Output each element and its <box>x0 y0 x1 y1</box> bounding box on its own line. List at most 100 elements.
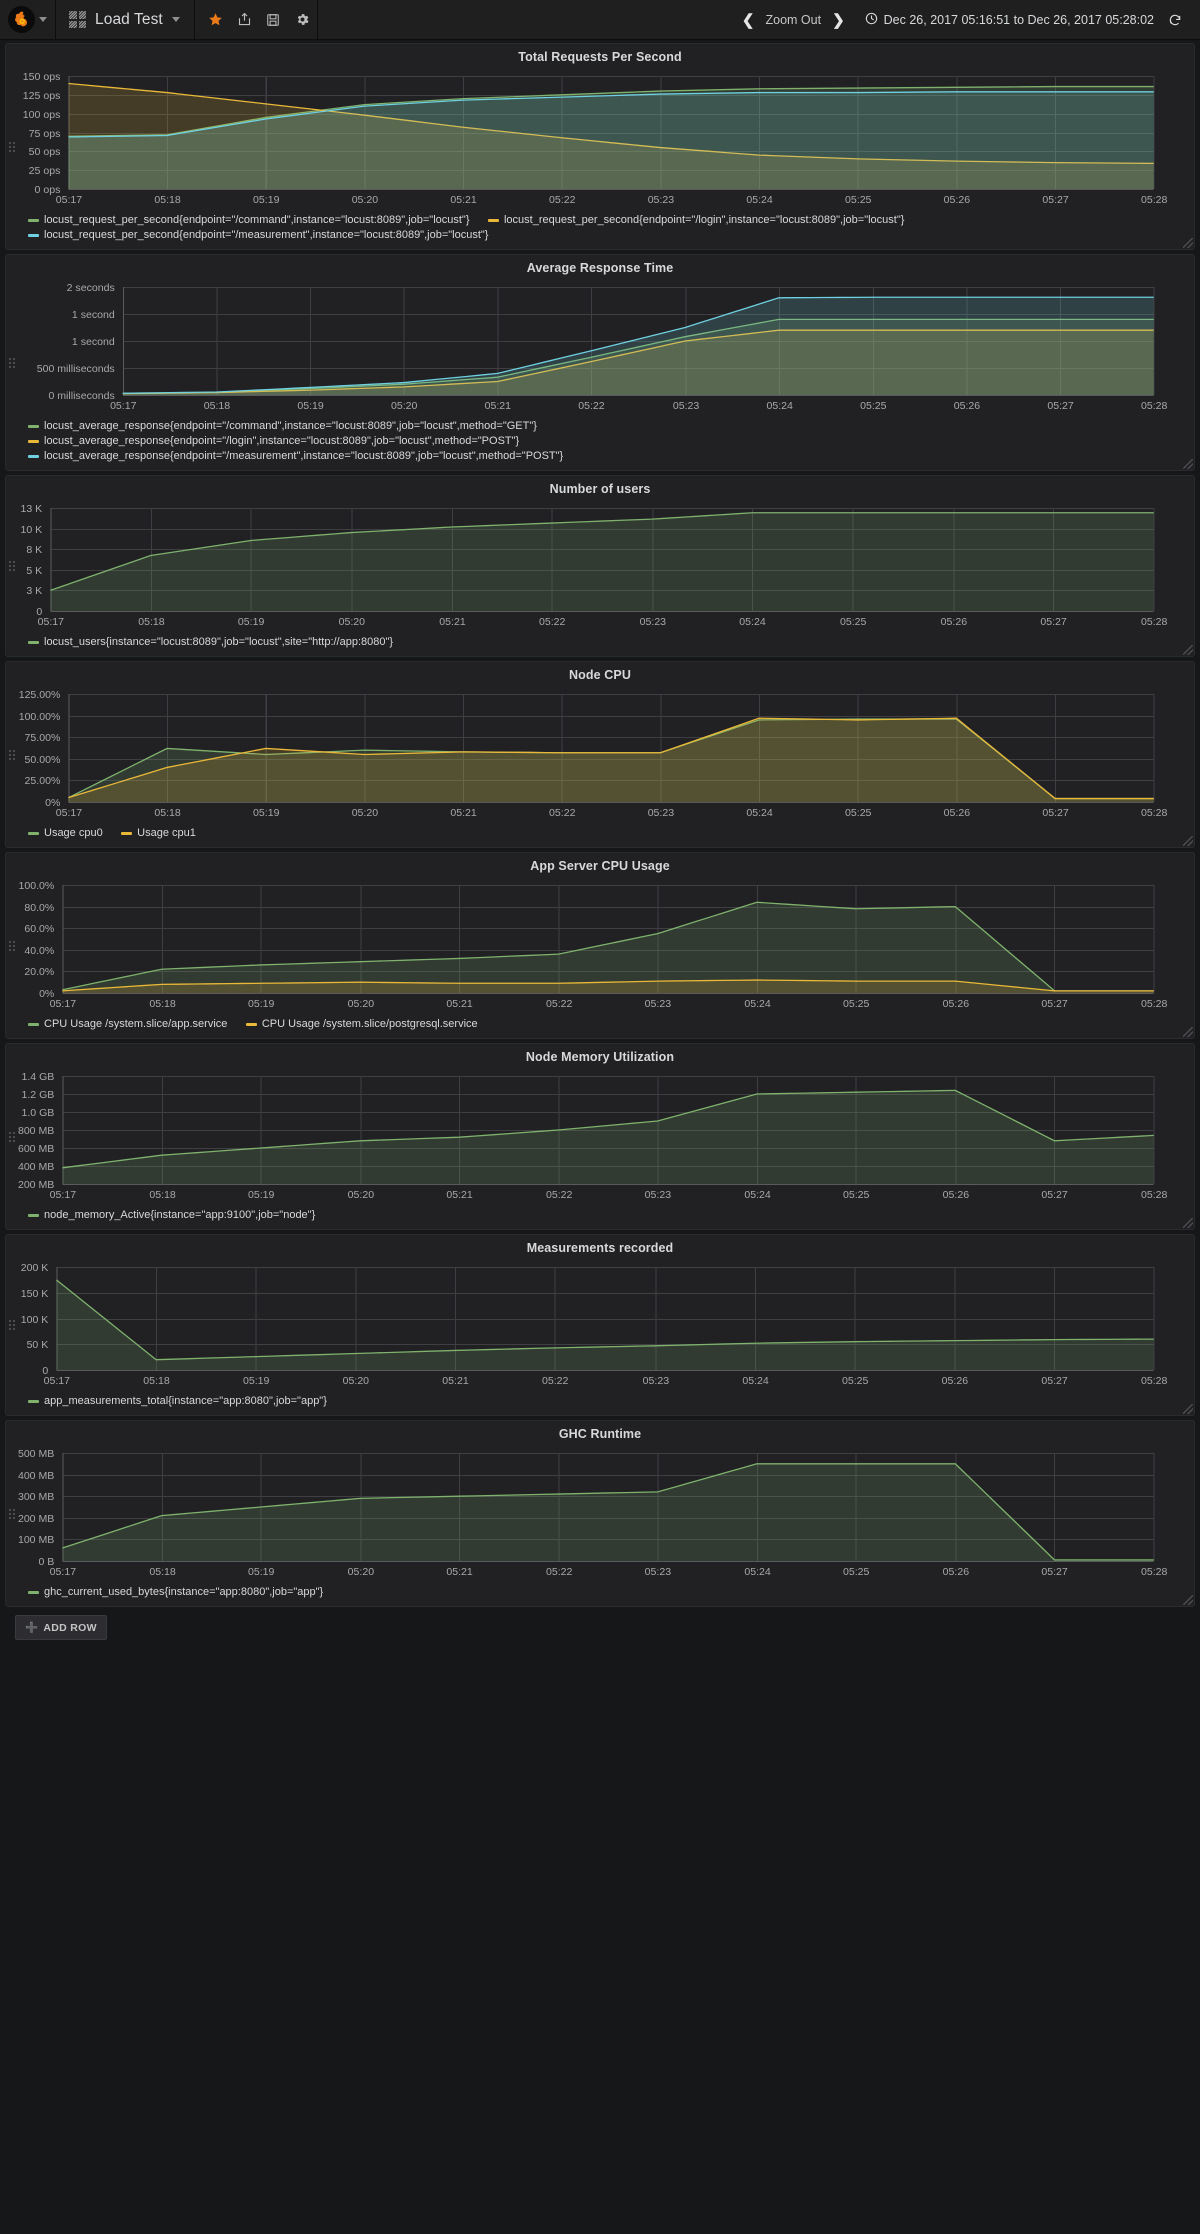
legend-item[interactable]: Usage cpu0 <box>28 826 103 841</box>
svg-text:05:18: 05:18 <box>204 400 231 412</box>
svg-text:05:21: 05:21 <box>442 1375 469 1387</box>
star-icon[interactable] <box>201 0 230 40</box>
legend-item[interactable]: app_measurements_total{instance="app:808… <box>28 1394 327 1409</box>
panel-resize-handle[interactable] <box>1183 459 1193 469</box>
svg-text:05:28: 05:28 <box>1141 807 1168 819</box>
svg-text:05:20: 05:20 <box>343 1375 370 1387</box>
svg-text:05:28: 05:28 <box>1141 1566 1168 1578</box>
add-row-label: ADD ROW <box>43 1621 97 1634</box>
legend-item[interactable]: Usage cpu1 <box>121 826 196 841</box>
legend-item[interactable]: locust_users{instance="locust:8089",job=… <box>28 635 393 650</box>
plus-icon: ➕ <box>25 1622 39 1634</box>
add-row-button[interactable]: ➕ ADD ROW <box>15 1615 107 1640</box>
gear-icon[interactable] <box>288 0 317 40</box>
svg-text:05:22: 05:22 <box>549 807 576 819</box>
svg-text:05:21: 05:21 <box>450 194 477 206</box>
svg-text:05:22: 05:22 <box>539 616 566 628</box>
legend-item[interactable]: locust_request_per_second{endpoint="/log… <box>487 213 904 228</box>
svg-text:05:24: 05:24 <box>746 807 773 819</box>
svg-text:05:25: 05:25 <box>840 616 867 628</box>
svg-text:75.00%: 75.00% <box>25 732 61 744</box>
chevron-down-icon[interactable] <box>171 17 180 22</box>
legend-item[interactable]: CPU Usage /system.slice/postgresql.servi… <box>245 1017 478 1032</box>
graph-node-cpu[interactable]: 125.00% 100.00% 75.00% 50.00% 25.00% 0% 05:17 0… <box>6 684 1194 824</box>
panel-resize-handle[interactable] <box>1183 1595 1193 1605</box>
panel-node-memory-utilization: Node Memory Utilization 1.4 GB 1.2 GB 1.0 … <box>5 1043 1195 1230</box>
zoom-out-control[interactable]: ❮ Zoom Out ❯ <box>732 13 855 28</box>
graph-number-of-users[interactable]: 13 K 10 K8 K5 K3 K 0 05:17 05:18 05:19 05:20 05… <box>6 498 1194 633</box>
svg-text:05:27: 05:27 <box>1047 400 1074 412</box>
legend-label: node_memory_Active{instance="app:9100",j… <box>44 1209 316 1221</box>
svg-text:05:24: 05:24 <box>739 616 766 628</box>
svg-text:200 MB: 200 MB <box>18 1513 54 1525</box>
svg-text:05:21: 05:21 <box>446 1566 473 1578</box>
legend-item[interactable]: locust_average_response{endpoint="/comma… <box>28 419 537 434</box>
svg-text:05:26: 05:26 <box>941 616 968 628</box>
legend-item[interactable]: node_memory_Active{instance="app:9100",j… <box>28 1208 315 1223</box>
svg-text:05:23: 05:23 <box>643 1375 670 1387</box>
refresh-button[interactable] <box>1164 13 1192 27</box>
grafana-logo-icon[interactable] <box>8 6 35 33</box>
panel-legend: locust_users{instance="locust:8089",job=… <box>6 633 1194 656</box>
legend-item[interactable]: CPU Usage /system.slice/app.service <box>28 1017 227 1032</box>
legend-color-swatch <box>28 455 39 458</box>
svg-text:05:21: 05:21 <box>439 616 466 628</box>
svg-text:05:28: 05:28 <box>1141 194 1168 206</box>
svg-text:25.00%: 25.00% <box>25 775 61 787</box>
svg-text:150 ops: 150 ops <box>23 71 61 83</box>
chevron-left-icon[interactable]: ❮ <box>742 13 755 28</box>
svg-text:0 milliseconds: 0 milliseconds <box>48 390 114 402</box>
svg-text:400 MB: 400 MB <box>18 1470 54 1482</box>
svg-text:1.4 GB: 1.4 GB <box>21 1071 54 1083</box>
svg-text:600 MB: 600 MB <box>18 1143 54 1155</box>
panel-resize-handle[interactable] <box>1183 1218 1193 1228</box>
zoom-out-label[interactable]: Zoom Out <box>765 13 821 27</box>
dashboard-grid-icon <box>69 11 86 28</box>
panel-resize-handle[interactable] <box>1183 238 1193 248</box>
panel-resize-handle[interactable] <box>1183 1027 1193 1037</box>
share-icon[interactable] <box>230 0 259 40</box>
panel-resize-handle[interactable] <box>1183 836 1193 846</box>
panel-total-requests-per-second: Total Requests Per Second 150 ops 125 ops… <box>5 43 1195 250</box>
svg-text:400 MB: 400 MB <box>18 1161 54 1173</box>
graph-ghc-runtime[interactable]: 500 MB 400 MB 300 MB 200 MB 100 MB 0 B 05:17 05… <box>6 1443 1194 1583</box>
svg-text:05:26: 05:26 <box>943 998 970 1010</box>
graph-app-server-cpu[interactable]: 100.0% 80.0% 60.0% 40.0% 20.0% 0% 05:17 05:18 05… <box>6 875 1194 1015</box>
panel-title: Measurements recorded <box>526 1241 674 1255</box>
legend-color-swatch <box>245 1023 257 1026</box>
graph-total-requests[interactable]: 150 ops 125 ops 100 ops 75 ops 50 ops 25 ops 0… <box>6 66 1194 211</box>
svg-text:05:26: 05:26 <box>944 807 971 819</box>
svg-text:05:26: 05:26 <box>942 1375 969 1387</box>
chevron-right-icon[interactable]: ❯ <box>832 13 845 28</box>
dashboard-picker[interactable]: Load Test <box>56 0 195 40</box>
panel-node-cpu: Node CPU 125.00% 100.00% 75.00% 50.00% 25.00… <box>5 661 1195 848</box>
svg-text:50 K: 50 K <box>27 1339 49 1351</box>
panel-resize-handle[interactable] <box>1183 1404 1193 1414</box>
legend-item[interactable]: locust_average_response{endpoint="/measu… <box>28 449 563 464</box>
svg-text:05:25: 05:25 <box>843 1566 870 1578</box>
svg-text:05:17: 05:17 <box>56 807 83 819</box>
legend-item[interactable]: locust_request_per_second{endpoint="/com… <box>28 213 470 228</box>
svg-text:3 K: 3 K <box>26 585 42 597</box>
org-menu-button[interactable] <box>0 0 56 40</box>
svg-text:125 ops: 125 ops <box>23 90 61 102</box>
svg-text:05:26: 05:26 <box>954 400 981 412</box>
top-navbar: Load Test ❮ Zoom Out ❯ Dec 26, 2017 05:1… <box>0 0 1200 40</box>
legend-item[interactable]: locust_average_response{endpoint="/login… <box>28 434 519 449</box>
legend-item[interactable]: locust_request_per_second{endpoint="/mea… <box>28 228 488 243</box>
time-range-picker[interactable]: Dec 26, 2017 05:16:51 to Dec 26, 2017 05… <box>855 12 1164 28</box>
graph-average-response-time[interactable]: 2 seconds 1 second 1 second 500 millisecond… <box>6 277 1194 417</box>
legend-item[interactable]: ghc_current_used_bytes{instance="app:808… <box>28 1585 323 1600</box>
panel-resize-handle[interactable] <box>1183 645 1193 655</box>
caret-down-icon[interactable] <box>39 17 47 22</box>
save-icon[interactable] <box>259 0 288 40</box>
graph-node-memory[interactable]: 1.4 GB 1.2 GB 1.0 GB 800 MB 600 MB 400 MB 200 … <box>6 1066 1194 1206</box>
graph-measurements-recorded[interactable]: 200 K 150 K 100 K 50 K 0 05:17 05:18 05:19 05:20… <box>6 1257 1194 1392</box>
svg-text:60.0%: 60.0% <box>24 923 54 935</box>
svg-text:05:20: 05:20 <box>348 1566 375 1578</box>
legend-label: locust_average_response{endpoint="/comma… <box>44 420 537 432</box>
svg-text:100.00%: 100.00% <box>19 711 61 723</box>
svg-text:05:27: 05:27 <box>1041 1375 1068 1387</box>
svg-text:05:22: 05:22 <box>546 1189 573 1201</box>
svg-text:10 K: 10 K <box>21 524 43 536</box>
